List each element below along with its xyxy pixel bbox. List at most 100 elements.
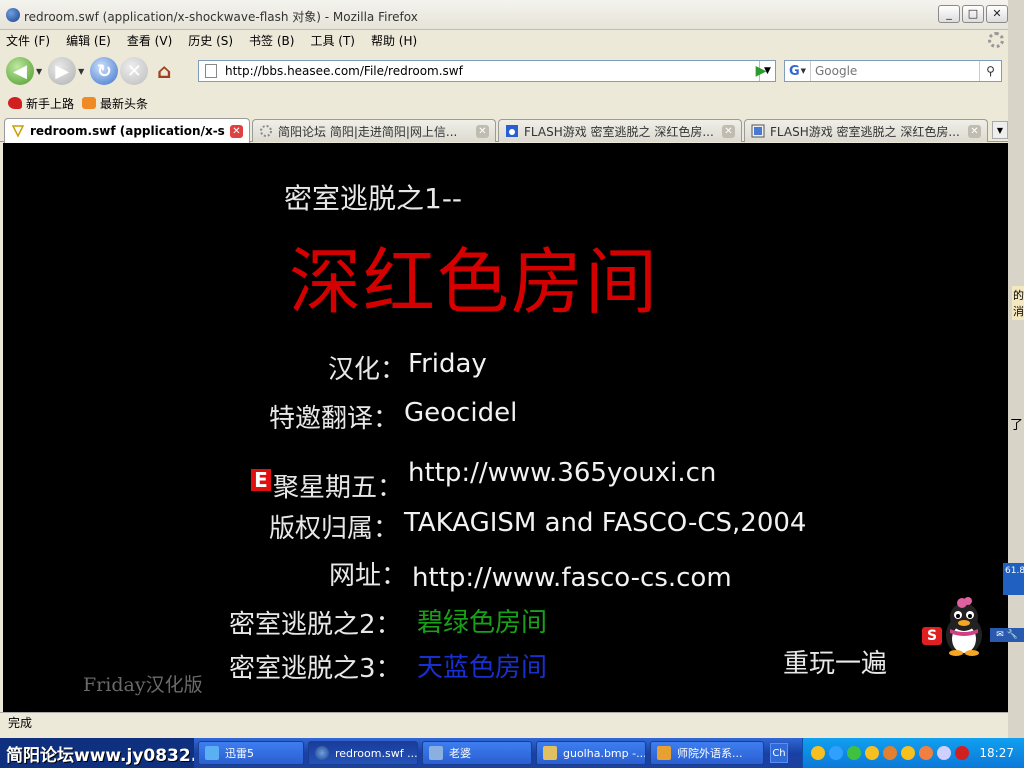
task-xunlei[interactable]: 迅雷5	[198, 741, 304, 765]
menu-view[interactable]: 查看 (V)	[127, 32, 172, 49]
back-history-dropdown[interactable]: ▼	[36, 67, 42, 76]
task-shiyuan[interactable]: 师院外语系...	[650, 741, 764, 765]
menu-tools[interactable]: 工具 (T)	[310, 32, 355, 49]
copyright-label: 版权归属：	[269, 514, 400, 544]
minimize-button[interactable]: _	[938, 5, 960, 23]
address-bar[interactable]: http://bbs.heasee.com/File/redroom.swf ▼	[198, 60, 776, 82]
volume-icon[interactable]	[937, 746, 951, 760]
language-button[interactable]: Ch	[770, 743, 788, 763]
localization-value: Friday	[408, 349, 487, 379]
status-text: 完成	[8, 716, 33, 730]
start-area[interactable]: 简阳论坛www.jy0832.com	[0, 738, 194, 768]
menu-file[interactable]: 文件 (F)	[6, 32, 50, 49]
qq-tray-icon[interactable]	[865, 746, 879, 760]
tab-label: FLASH游戏 密室逃脱之 深红色房...	[524, 124, 714, 139]
firefox-icon	[6, 8, 20, 22]
maximize-button[interactable]: □	[962, 5, 984, 23]
xunlei-icon	[205, 746, 219, 760]
task-label: 老婆	[449, 747, 471, 760]
bookmark-icon	[8, 97, 22, 109]
close-tab-icon[interactable]: ✕	[968, 124, 981, 138]
loading-icon	[260, 125, 272, 137]
tab-bar: redroom.swf (application/x-s... ✕ 简阳论坛 简…	[0, 116, 1014, 143]
task-label: redroom.swf ...	[335, 746, 418, 760]
url-text[interactable]: http://bbs.heasee.com/File/redroom.swf	[225, 64, 759, 78]
app-tray-icon[interactable]	[919, 746, 933, 760]
folder-icon	[657, 746, 671, 760]
menu-edit[interactable]: 编辑 (E)	[66, 32, 111, 49]
antivirus-icon[interactable]	[955, 746, 969, 760]
taskbar-brand: 简阳论坛www.jy0832.com	[6, 745, 194, 766]
page-icon	[205, 64, 217, 78]
task-redroom[interactable]: redroom.swf ...	[308, 741, 418, 765]
tab-flash-game-1[interactable]: FLASH游戏 密室逃脱之 深红色房... ✕	[498, 119, 742, 142]
bookmark-latest-headlines[interactable]: 最新头条	[82, 95, 148, 112]
home-icon: ⌂	[157, 59, 172, 83]
bookmark-label: 新手上路	[26, 96, 75, 111]
rss-icon	[82, 97, 97, 109]
close-tab-icon[interactable]: ✕	[476, 124, 489, 138]
search-engine-selector[interactable]: G ▼	[785, 61, 811, 81]
search-bar[interactable]: G ▼ ⚲	[784, 60, 1002, 82]
task-guolha-bmp[interactable]: guolha.bmp -...	[536, 741, 646, 765]
sogou-icon[interactable]: S	[922, 627, 942, 645]
copyright-value: TAKAGISM and FASCO-CS,2004	[404, 508, 807, 538]
qq-tray-icon[interactable]	[811, 746, 825, 760]
bookmark-getting-started[interactable]: 新手上路	[8, 95, 74, 112]
game-title: 深红色房间	[289, 240, 660, 324]
clock: 18:27	[979, 746, 1014, 760]
replay-button[interactable]: 重玩一遍	[783, 643, 887, 680]
go-button[interactable]: ▶	[752, 63, 770, 79]
bookmark-label: 最新头条	[100, 96, 149, 111]
url-label: 网址：	[329, 561, 408, 591]
task-label: guolha.bmp -...	[563, 746, 646, 760]
close-tab-icon[interactable]: ✕	[230, 124, 243, 138]
qq-tray-icon[interactable]	[883, 746, 897, 760]
tab-redroom[interactable]: redroom.swf (application/x-s... ✕	[4, 118, 250, 143]
game-subtitle: 密室逃脱之1--	[284, 182, 463, 215]
url-link[interactable]: http://www.fasco-cs.com	[412, 563, 732, 593]
home-button[interactable]: ⌂	[150, 57, 178, 85]
menu-bookmarks[interactable]: 书签 (B)	[249, 32, 294, 49]
menu-help[interactable]: 帮助 (H)	[371, 32, 417, 49]
desktop-text-fragment: 消	[1012, 302, 1024, 320]
stop-button[interactable]: ✕	[120, 57, 149, 85]
title-bar[interactable]: redroom.swf (application/x-shockwave-fla…	[0, 0, 1014, 30]
desktop-text-fragment: 了	[1010, 418, 1024, 433]
flash-content[interactable]: 密室逃脱之1-- 深红色房间 汉化： Friday 特邀翻译： Geocidel…	[3, 143, 1009, 712]
forward-button[interactable]: ▶	[48, 57, 77, 85]
qq-penguin-icon[interactable]	[940, 595, 988, 657]
window-title: redroom.swf (application/x-shockwave-fla…	[24, 10, 418, 24]
translator-label: 特邀翻译：	[269, 404, 400, 434]
browser-window: redroom.swf (application/x-shockwave-fla…	[0, 0, 1014, 738]
tab-jianyang-forum[interactable]: 简阳论坛 简阳|走进简阳|网上信... ✕	[252, 119, 496, 142]
mini-toolbar[interactable]: ✉ 🔧	[990, 628, 1024, 642]
site-link[interactable]: http://www.365youxi.cn	[408, 458, 716, 488]
arrow-left-icon: ◀	[13, 60, 27, 82]
close-tab-icon[interactable]: ✕	[722, 124, 735, 138]
tab-list-button[interactable]: ▼	[992, 121, 1008, 139]
search-input[interactable]	[811, 64, 979, 78]
tab-flash-game-2[interactable]: FLASH游戏 密室逃脱之 深红色房... ✕	[744, 119, 988, 142]
tab-label: redroom.swf (application/x-s...	[30, 124, 226, 138]
back-button[interactable]: ◀	[6, 57, 34, 85]
watermark: Friday汉化版	[83, 674, 203, 696]
e-logo: E	[251, 469, 271, 491]
reload-button[interactable]: ↻	[90, 57, 119, 85]
qq-tray-icon[interactable]	[901, 746, 915, 760]
chevron-down-icon: ▼	[800, 67, 807, 75]
shield-icon[interactable]	[847, 746, 861, 760]
close-button[interactable]: ✕	[986, 5, 1008, 23]
sequel-2-link[interactable]: 碧绿色房间	[417, 602, 547, 639]
network-icon[interactable]	[829, 746, 843, 760]
task-label: 迅雷5	[225, 747, 254, 760]
task-laopo[interactable]: 老婆	[422, 741, 532, 765]
sequel-3-link[interactable]: 天蓝色房间	[417, 647, 547, 684]
search-icon[interactable]: ⚲	[979, 61, 1001, 81]
forward-history-dropdown[interactable]: ▼	[78, 67, 84, 76]
bookmarks-toolbar: 新手上路 最新头条	[0, 92, 1014, 114]
tab-label: 简阳论坛 简阳|走进简阳|网上信...	[278, 124, 458, 139]
site-label: 聚星期五：	[273, 473, 404, 503]
menu-history[interactable]: 历史 (S)	[188, 32, 233, 49]
window-icon	[429, 746, 443, 760]
